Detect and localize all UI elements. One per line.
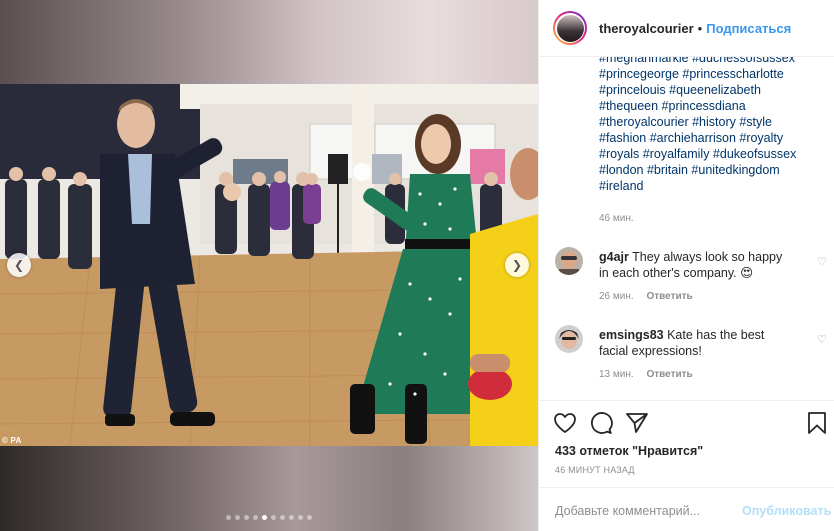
reply-button[interactable]: Ответить [646,291,692,302]
like-comment-heart-icon[interactable]: ♡ [817,255,827,268]
post-media[interactable]: © PA ❮ ❯ [0,0,538,531]
carousel-dot [235,515,240,520]
comment-text: Kate has the best [663,328,765,342]
comment-timestamp[interactable]: 13 мин. [599,369,634,380]
hashtag-line[interactable]: #fashion #archieharrison #royalty [599,130,819,146]
comments-list[interactable]: #meghanmarkle #duchessofsussex #princege… [539,57,834,400]
commenter-avatar[interactable] [555,325,583,353]
like-comment-heart-icon[interactable]: ♡ [817,333,827,346]
hashtag-line[interactable]: #ireland [599,178,819,194]
hashtag-line[interactable]: #meghanmarkle #duchessofsussex [599,57,819,66]
add-comment-bar: Добавьте комментарий... Опубликовать [539,487,834,531]
comment-text-continued: facial expressions! [599,344,702,358]
carousel-dot [271,515,276,520]
hashtag-line[interactable]: #royals #royalfamily #dukeofsussex [599,146,819,162]
comment-input[interactable]: Добавьте комментарий... [555,504,700,518]
carousel-dot [280,515,285,520]
photo-credit: © PA [2,436,22,445]
carousel-dot [253,515,258,520]
carousel-dot [289,515,294,520]
comment-username[interactable]: g4ajr [599,250,629,264]
like-heart-icon[interactable] [553,411,577,435]
comment-text: They always look so happy [628,250,783,264]
caption-hashtags: #meghanmarkle #duchessofsussex #princege… [599,57,819,194]
post-header: theroyalcourier • Подписаться [539,0,834,57]
comment-bubble-icon[interactable] [589,411,613,435]
header-separator: • [697,20,703,36]
comment-text-continued: in each other's company. 😍 [599,266,754,280]
share-paper-plane-icon[interactable] [625,411,649,435]
carousel-dot [244,515,249,520]
caption-timestamp[interactable]: 46 мин. [599,213,634,224]
hashtag-line[interactable]: #princelouis #queenelizabeth [599,82,819,98]
carousel-dot [307,515,312,520]
carousel-dot [298,515,303,520]
save-bookmark-icon[interactable] [805,411,829,435]
hashtag-line[interactable]: #thequeen #princessdiana [599,98,819,114]
hashtag-line[interactable]: #theroyalcourier #history #style [599,114,819,130]
chevron-right-icon: ❯ [511,258,523,272]
publish-button[interactable]: Опубликовать [742,504,831,518]
author-avatar[interactable] [553,11,587,45]
comment-timestamp[interactable]: 26 мин. [599,291,634,302]
next-slide-button[interactable]: ❯ [505,253,529,277]
author-username[interactable]: theroyalcourier [599,21,694,36]
carousel-dot [226,515,231,520]
post-timestamp[interactable]: 46 МИНУТ НАЗАД [555,465,635,475]
hashtag-line[interactable]: #princegeorge #princesscharlotte [599,66,819,82]
previous-slide-button[interactable]: ❮ [7,253,31,277]
commenter-avatar[interactable] [555,247,583,275]
post-side-panel: theroyalcourier • Подписаться #meghanmar… [538,0,834,531]
post-photo[interactable] [0,84,538,446]
chevron-left-icon: ❮ [13,258,25,272]
hashtag-line[interactable]: #london #britain #unitedkingdom [599,162,819,178]
media-blur-top [0,0,538,84]
photo-illustration [0,84,538,446]
likes-count[interactable]: 433 отметок "Нравится" [555,444,703,458]
reply-button[interactable]: Ответить [646,369,692,380]
post-actions: 433 отметок "Нравится" 46 МИНУТ НАЗАД [539,400,834,487]
carousel-indicator [0,515,538,520]
follow-button[interactable]: Подписаться [706,21,791,36]
carousel-dot [262,515,267,520]
comment-username[interactable]: emsings83 [599,328,664,342]
